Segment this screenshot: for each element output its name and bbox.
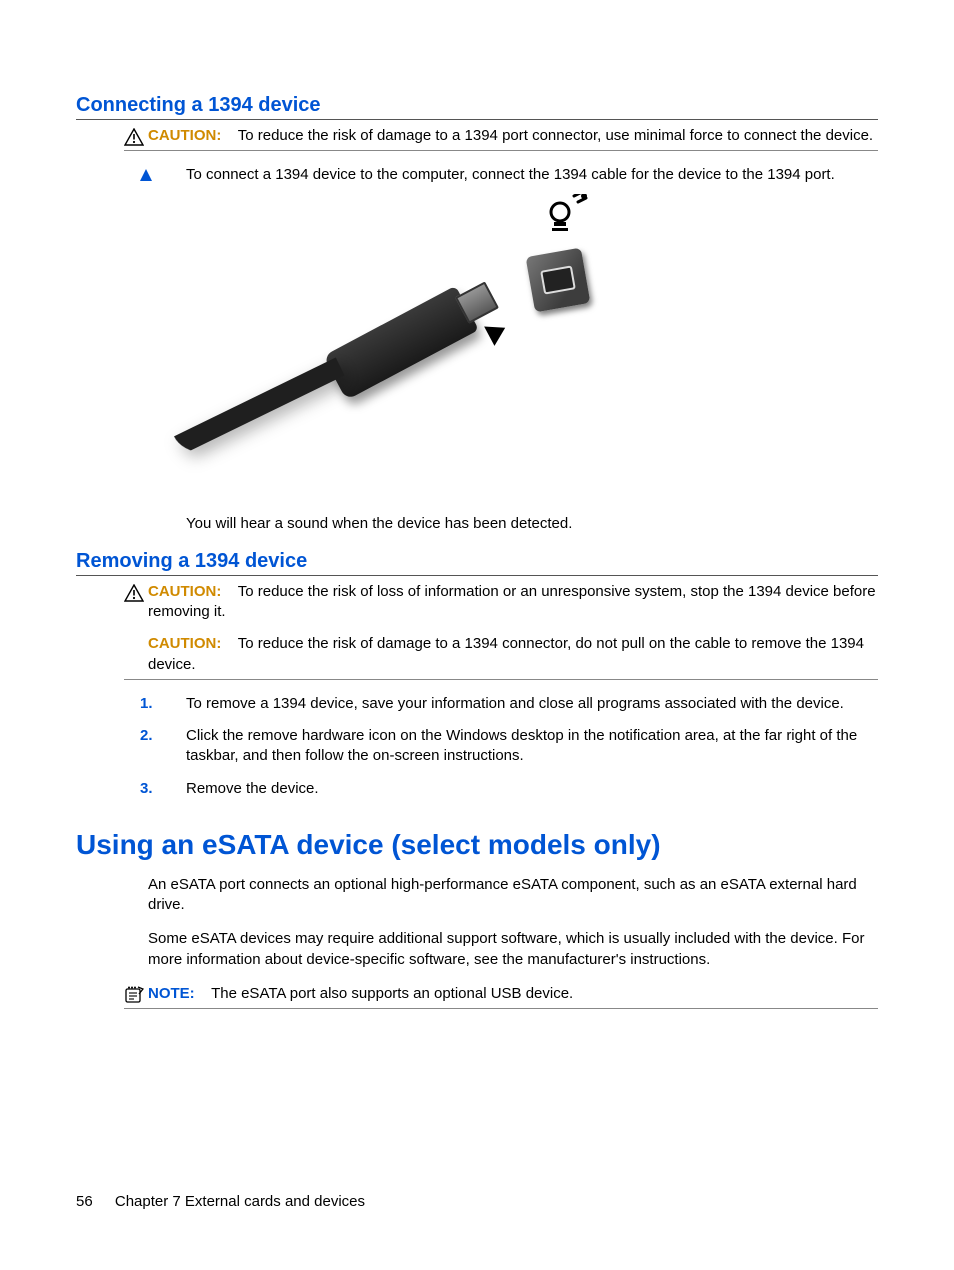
step-number: 2. [140,726,153,746]
caution-remove-1394-2: CAUTION: To reduce the risk of damage to… [124,634,878,680]
heading-removing-1394: Removing a 1394 device [76,550,878,576]
caution-icon [124,128,144,146]
page: Connecting a 1394 device CAUTION: To red… [0,0,954,1270]
port-symbol-icon [532,194,588,250]
caution-label: CAUTION: [148,127,221,144]
port-tile-icon [526,247,591,312]
detect-sound-text: You will hear a sound when the device ha… [186,514,878,534]
caution-text: To reduce the risk of loss of informatio… [148,583,876,620]
note-esata: NOTE: The eSATA port also supports an op… [124,984,878,1009]
step-text: To remove a 1394 device, save your infor… [186,695,844,712]
caution-label: CAUTION: [148,583,221,600]
step-number: 3. [140,779,153,799]
caution-label: CAUTION: [148,635,221,652]
caution-text: To reduce the risk of damage to a 1394 c… [148,635,864,672]
figure-1394-cable [186,198,606,498]
ol-step-1: 1. To remove a 1394 device, save your in… [140,694,878,714]
caution-icon [124,584,144,602]
heading-connecting-1394: Connecting a 1394 device [76,94,878,120]
ol-step-3: 3. Remove the device. [140,779,878,799]
step-text: To connect a 1394 device to the computer… [186,166,835,183]
note-icon [124,986,144,1004]
esata-paragraph-1: An eSATA port connects an optional high-… [148,875,878,916]
note-text: The eSATA port also supports an optional… [211,985,573,1002]
caution-connect-1394: CAUTION: To reduce the risk of damage to… [124,126,878,151]
note-label: NOTE: [148,985,195,1002]
step-text: Remove the device. [186,780,319,797]
caution-remove-1394-1: CAUTION: To reduce the risk of loss of i… [124,582,878,623]
step-number: 1. [140,694,153,714]
heading-esata: Using an eSATA device (select models onl… [76,829,878,861]
triangle-bullet-icon [140,167,152,187]
step-text: Click the remove hardware icon on the Wi… [186,727,857,764]
caution-text: To reduce the risk of damage to a 1394 p… [238,127,873,144]
ol-step-2: 2. Click the remove hardware icon on the… [140,726,878,767]
bullet-step: To connect a 1394 device to the computer… [140,165,878,185]
page-number: 56 [76,1193,93,1210]
esata-paragraph-2: Some eSATA devices may require additiona… [148,929,878,970]
chapter-title: Chapter 7 External cards and devices [115,1193,365,1210]
page-footer: 56 Chapter 7 External cards and devices [76,1193,365,1210]
